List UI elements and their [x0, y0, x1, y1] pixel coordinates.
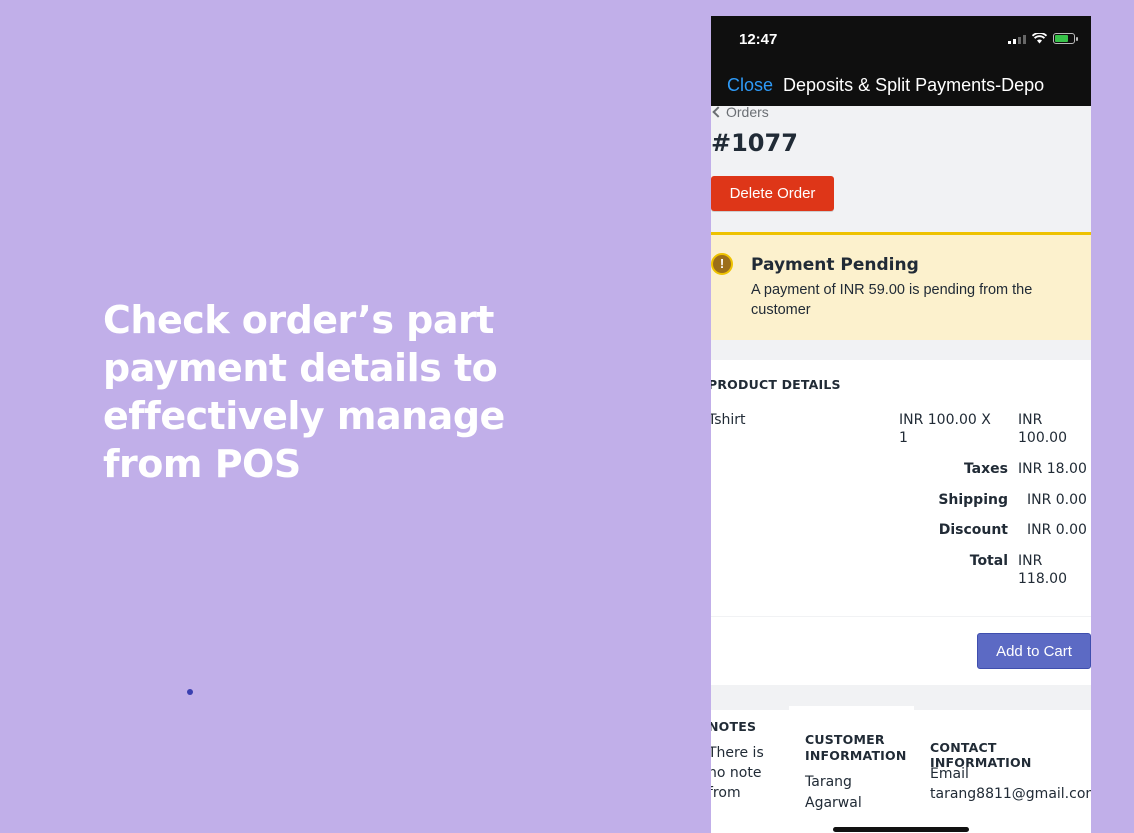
total-line2: 118.00: [1018, 571, 1067, 587]
home-indicator: [833, 827, 969, 832]
product-total-line1: INR: [1018, 412, 1043, 428]
notes-line: from: [711, 785, 741, 801]
total-label: Total: [969, 553, 1008, 569]
product-qty-line2: 1: [899, 430, 908, 446]
total-line1: INR: [1018, 553, 1043, 569]
customer-heading-line2: INFORMATION: [805, 748, 907, 763]
add-to-cart-button[interactable]: Add to Cart: [977, 633, 1091, 669]
chevron-left-icon: [712, 106, 724, 118]
product-price-line1: INR 100.00 X: [899, 412, 991, 428]
customer-heading-line1: CUSTOMER: [805, 732, 885, 747]
divider: [711, 706, 789, 710]
customer-name-line1: Tarang: [805, 774, 852, 790]
shipping-value: INR 0.00: [1027, 492, 1087, 508]
nav-bar: Close Deposits & Split Payments-Depo: [711, 64, 1091, 106]
wifi-icon: [1032, 33, 1047, 44]
banner-message: A payment of INR 59.00 is pending from t…: [751, 282, 1033, 318]
status-icons: [1008, 33, 1078, 44]
status-bar: 12:47: [711, 16, 1091, 64]
shipping-label: Shipping: [938, 492, 1008, 508]
nav-title: Deposits & Split Payments-Depo: [783, 74, 1045, 95]
info-card: NOTES There is no note from CUSTOMER INF…: [711, 706, 1091, 833]
notes-text: There is no note from: [711, 743, 764, 803]
customer-info-heading: CUSTOMER INFORMATION: [805, 732, 907, 764]
discount-value: INR 0.00: [1027, 522, 1087, 538]
close-button[interactable]: Close: [727, 75, 773, 96]
signal-icon: [1008, 34, 1026, 44]
back-label: Orders: [726, 104, 769, 120]
product-total-line2: 100.00: [1018, 430, 1067, 446]
status-time: 12:47: [739, 31, 778, 48]
order-number: #1077: [711, 129, 798, 157]
battery-charging-icon: [1053, 33, 1078, 44]
decorative-dot: [187, 689, 193, 695]
product-details-heading: PRODUCT DETAILS: [711, 377, 841, 392]
customer-name-line2: Agarwal: [805, 795, 862, 811]
contact-email[interactable]: tarang8811@gmail.com: [930, 784, 1091, 804]
product-name: Tshirt: [711, 412, 746, 428]
banner-title: Payment Pending: [751, 255, 919, 275]
product-price-qty: INR 100.00 X 1: [899, 412, 991, 446]
phone-screen: 12:47 Close Deposits & Split Payments-De…: [711, 16, 1091, 833]
notes-heading: NOTES: [711, 719, 757, 734]
notes-line: no note: [711, 765, 762, 781]
back-link[interactable]: Orders: [711, 104, 769, 120]
exclamation-icon: !: [711, 253, 733, 275]
contact-email-label: Email: [930, 766, 969, 782]
notes-line: There is: [711, 745, 764, 761]
total-value: INR 118.00: [1018, 553, 1067, 587]
promo-headline: Check order’s part payment details to ef…: [103, 298, 505, 486]
actions-card: Add to Cart: [711, 617, 1091, 685]
product-details-card: PRODUCT DETAILS Tshirt INR 100.00 X 1 IN…: [711, 360, 1091, 616]
taxes-label: Taxes: [963, 461, 1008, 477]
discount-label: Discount: [938, 522, 1008, 538]
customer-name: Tarang Agarwal: [805, 772, 862, 814]
payment-pending-banner: ! Payment Pending A payment of INR 59.00…: [711, 232, 1091, 340]
divider: [914, 706, 1091, 710]
product-line-total: INR 100.00: [1018, 412, 1067, 446]
taxes-value: INR 18.00: [1018, 461, 1087, 477]
delete-order-button[interactable]: Delete Order: [711, 176, 834, 211]
